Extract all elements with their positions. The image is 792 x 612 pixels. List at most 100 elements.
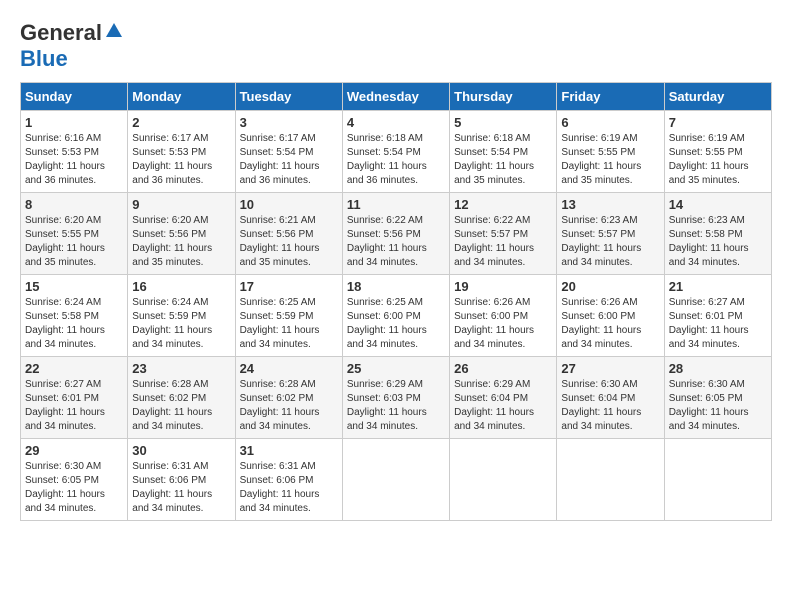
calendar-cell — [557, 439, 664, 521]
daylight-label: Daylight: 11 hours and 34 minutes. — [561, 407, 641, 432]
sunrise-label: Sunrise: 6:31 AM — [132, 461, 208, 472]
calendar-cell — [342, 439, 449, 521]
day-info: Sunrise: 6:20 AM Sunset: 5:56 PM Dayligh… — [132, 214, 230, 270]
sunset-label: Sunset: 6:04 PM — [561, 393, 635, 404]
weekday-header-wednesday: Wednesday — [342, 83, 449, 111]
day-number: 6 — [561, 115, 659, 130]
daylight-label: Daylight: 11 hours and 34 minutes. — [669, 407, 749, 432]
sunset-label: Sunset: 5:55 PM — [25, 229, 99, 240]
day-info: Sunrise: 6:28 AM Sunset: 6:02 PM Dayligh… — [240, 378, 338, 434]
sunrise-label: Sunrise: 6:25 AM — [240, 297, 316, 308]
sunset-label: Sunset: 6:02 PM — [240, 393, 314, 404]
sunrise-label: Sunrise: 6:21 AM — [240, 215, 316, 226]
calendar-table: SundayMondayTuesdayWednesdayThursdayFrid… — [20, 82, 772, 521]
day-number: 17 — [240, 279, 338, 294]
calendar-week-2: 8 Sunrise: 6:20 AM Sunset: 5:55 PM Dayli… — [21, 193, 772, 275]
sunset-label: Sunset: 5:58 PM — [25, 311, 99, 322]
day-number: 4 — [347, 115, 445, 130]
sunset-label: Sunset: 6:01 PM — [25, 393, 99, 404]
sunset-label: Sunset: 5:56 PM — [347, 229, 421, 240]
sunrise-label: Sunrise: 6:24 AM — [25, 297, 101, 308]
page-header: General Blue — [20, 20, 772, 72]
day-number: 15 — [25, 279, 123, 294]
calendar-cell: 28 Sunrise: 6:30 AM Sunset: 6:05 PM Dayl… — [664, 357, 771, 439]
daylight-label: Daylight: 11 hours and 34 minutes. — [132, 407, 212, 432]
sunrise-label: Sunrise: 6:31 AM — [240, 461, 316, 472]
day-number: 23 — [132, 361, 230, 376]
day-info: Sunrise: 6:30 AM Sunset: 6:04 PM Dayligh… — [561, 378, 659, 434]
daylight-label: Daylight: 11 hours and 34 minutes. — [25, 489, 105, 514]
calendar-cell: 16 Sunrise: 6:24 AM Sunset: 5:59 PM Dayl… — [128, 275, 235, 357]
sunrise-label: Sunrise: 6:19 AM — [669, 133, 745, 144]
calendar-cell: 31 Sunrise: 6:31 AM Sunset: 6:06 PM Dayl… — [235, 439, 342, 521]
calendar-cell: 23 Sunrise: 6:28 AM Sunset: 6:02 PM Dayl… — [128, 357, 235, 439]
day-info: Sunrise: 6:29 AM Sunset: 6:04 PM Dayligh… — [454, 378, 552, 434]
sunset-label: Sunset: 6:03 PM — [347, 393, 421, 404]
sunrise-label: Sunrise: 6:17 AM — [132, 133, 208, 144]
day-number: 27 — [561, 361, 659, 376]
day-info: Sunrise: 6:25 AM Sunset: 5:59 PM Dayligh… — [240, 296, 338, 352]
daylight-label: Daylight: 11 hours and 34 minutes. — [561, 325, 641, 350]
calendar-cell: 15 Sunrise: 6:24 AM Sunset: 5:58 PM Dayl… — [21, 275, 128, 357]
sunrise-label: Sunrise: 6:30 AM — [561, 379, 637, 390]
day-info: Sunrise: 6:19 AM Sunset: 5:55 PM Dayligh… — [561, 132, 659, 188]
calendar-cell: 29 Sunrise: 6:30 AM Sunset: 6:05 PM Dayl… — [21, 439, 128, 521]
calendar-cell: 13 Sunrise: 6:23 AM Sunset: 5:57 PM Dayl… — [557, 193, 664, 275]
sunset-label: Sunset: 5:57 PM — [561, 229, 635, 240]
weekday-header-monday: Monday — [128, 83, 235, 111]
day-number: 26 — [454, 361, 552, 376]
daylight-label: Daylight: 11 hours and 35 minutes. — [561, 161, 641, 186]
day-info: Sunrise: 6:27 AM Sunset: 6:01 PM Dayligh… — [669, 296, 767, 352]
calendar-cell: 14 Sunrise: 6:23 AM Sunset: 5:58 PM Dayl… — [664, 193, 771, 275]
calendar-week-3: 15 Sunrise: 6:24 AM Sunset: 5:58 PM Dayl… — [21, 275, 772, 357]
daylight-label: Daylight: 11 hours and 36 minutes. — [132, 161, 212, 186]
day-number: 10 — [240, 197, 338, 212]
sunset-label: Sunset: 6:06 PM — [240, 475, 314, 486]
weekday-header-friday: Friday — [557, 83, 664, 111]
day-number: 12 — [454, 197, 552, 212]
sunset-label: Sunset: 5:54 PM — [240, 147, 314, 158]
day-info: Sunrise: 6:25 AM Sunset: 6:00 PM Dayligh… — [347, 296, 445, 352]
day-info: Sunrise: 6:16 AM Sunset: 5:53 PM Dayligh… — [25, 132, 123, 188]
sunrise-label: Sunrise: 6:27 AM — [25, 379, 101, 390]
day-number: 30 — [132, 443, 230, 458]
day-info: Sunrise: 6:22 AM Sunset: 5:57 PM Dayligh… — [454, 214, 552, 270]
calendar-cell: 17 Sunrise: 6:25 AM Sunset: 5:59 PM Dayl… — [235, 275, 342, 357]
calendar-cell: 8 Sunrise: 6:20 AM Sunset: 5:55 PM Dayli… — [21, 193, 128, 275]
sunset-label: Sunset: 6:05 PM — [25, 475, 99, 486]
sunset-label: Sunset: 5:53 PM — [132, 147, 206, 158]
calendar-cell: 2 Sunrise: 6:17 AM Sunset: 5:53 PM Dayli… — [128, 111, 235, 193]
sunset-label: Sunset: 5:54 PM — [347, 147, 421, 158]
day-info: Sunrise: 6:26 AM Sunset: 6:00 PM Dayligh… — [454, 296, 552, 352]
sunrise-label: Sunrise: 6:27 AM — [669, 297, 745, 308]
sunrise-label: Sunrise: 6:20 AM — [25, 215, 101, 226]
day-number: 13 — [561, 197, 659, 212]
day-info: Sunrise: 6:24 AM Sunset: 5:58 PM Dayligh… — [25, 296, 123, 352]
calendar-cell: 30 Sunrise: 6:31 AM Sunset: 6:06 PM Dayl… — [128, 439, 235, 521]
calendar-cell: 18 Sunrise: 6:25 AM Sunset: 6:00 PM Dayl… — [342, 275, 449, 357]
day-number: 25 — [347, 361, 445, 376]
day-info: Sunrise: 6:18 AM Sunset: 5:54 PM Dayligh… — [347, 132, 445, 188]
sunrise-label: Sunrise: 6:25 AM — [347, 297, 423, 308]
day-info: Sunrise: 6:30 AM Sunset: 6:05 PM Dayligh… — [25, 460, 123, 516]
sunrise-label: Sunrise: 6:17 AM — [240, 133, 316, 144]
weekday-header-saturday: Saturday — [664, 83, 771, 111]
calendar-body: 1 Sunrise: 6:16 AM Sunset: 5:53 PM Dayli… — [21, 111, 772, 521]
sunset-label: Sunset: 6:00 PM — [561, 311, 635, 322]
daylight-label: Daylight: 11 hours and 34 minutes. — [347, 243, 427, 268]
sunset-label: Sunset: 6:00 PM — [454, 311, 528, 322]
daylight-label: Daylight: 11 hours and 34 minutes. — [240, 325, 320, 350]
weekday-header-thursday: Thursday — [450, 83, 557, 111]
daylight-label: Daylight: 11 hours and 34 minutes. — [561, 243, 641, 268]
sunrise-label: Sunrise: 6:18 AM — [454, 133, 530, 144]
calendar-cell: 12 Sunrise: 6:22 AM Sunset: 5:57 PM Dayl… — [450, 193, 557, 275]
calendar-cell: 24 Sunrise: 6:28 AM Sunset: 6:02 PM Dayl… — [235, 357, 342, 439]
calendar-cell: 25 Sunrise: 6:29 AM Sunset: 6:03 PM Dayl… — [342, 357, 449, 439]
day-info: Sunrise: 6:29 AM Sunset: 6:03 PM Dayligh… — [347, 378, 445, 434]
sunrise-label: Sunrise: 6:26 AM — [454, 297, 530, 308]
daylight-label: Daylight: 11 hours and 35 minutes. — [240, 243, 320, 268]
day-info: Sunrise: 6:30 AM Sunset: 6:05 PM Dayligh… — [669, 378, 767, 434]
day-number: 18 — [347, 279, 445, 294]
sunset-label: Sunset: 6:01 PM — [669, 311, 743, 322]
sunrise-label: Sunrise: 6:29 AM — [454, 379, 530, 390]
